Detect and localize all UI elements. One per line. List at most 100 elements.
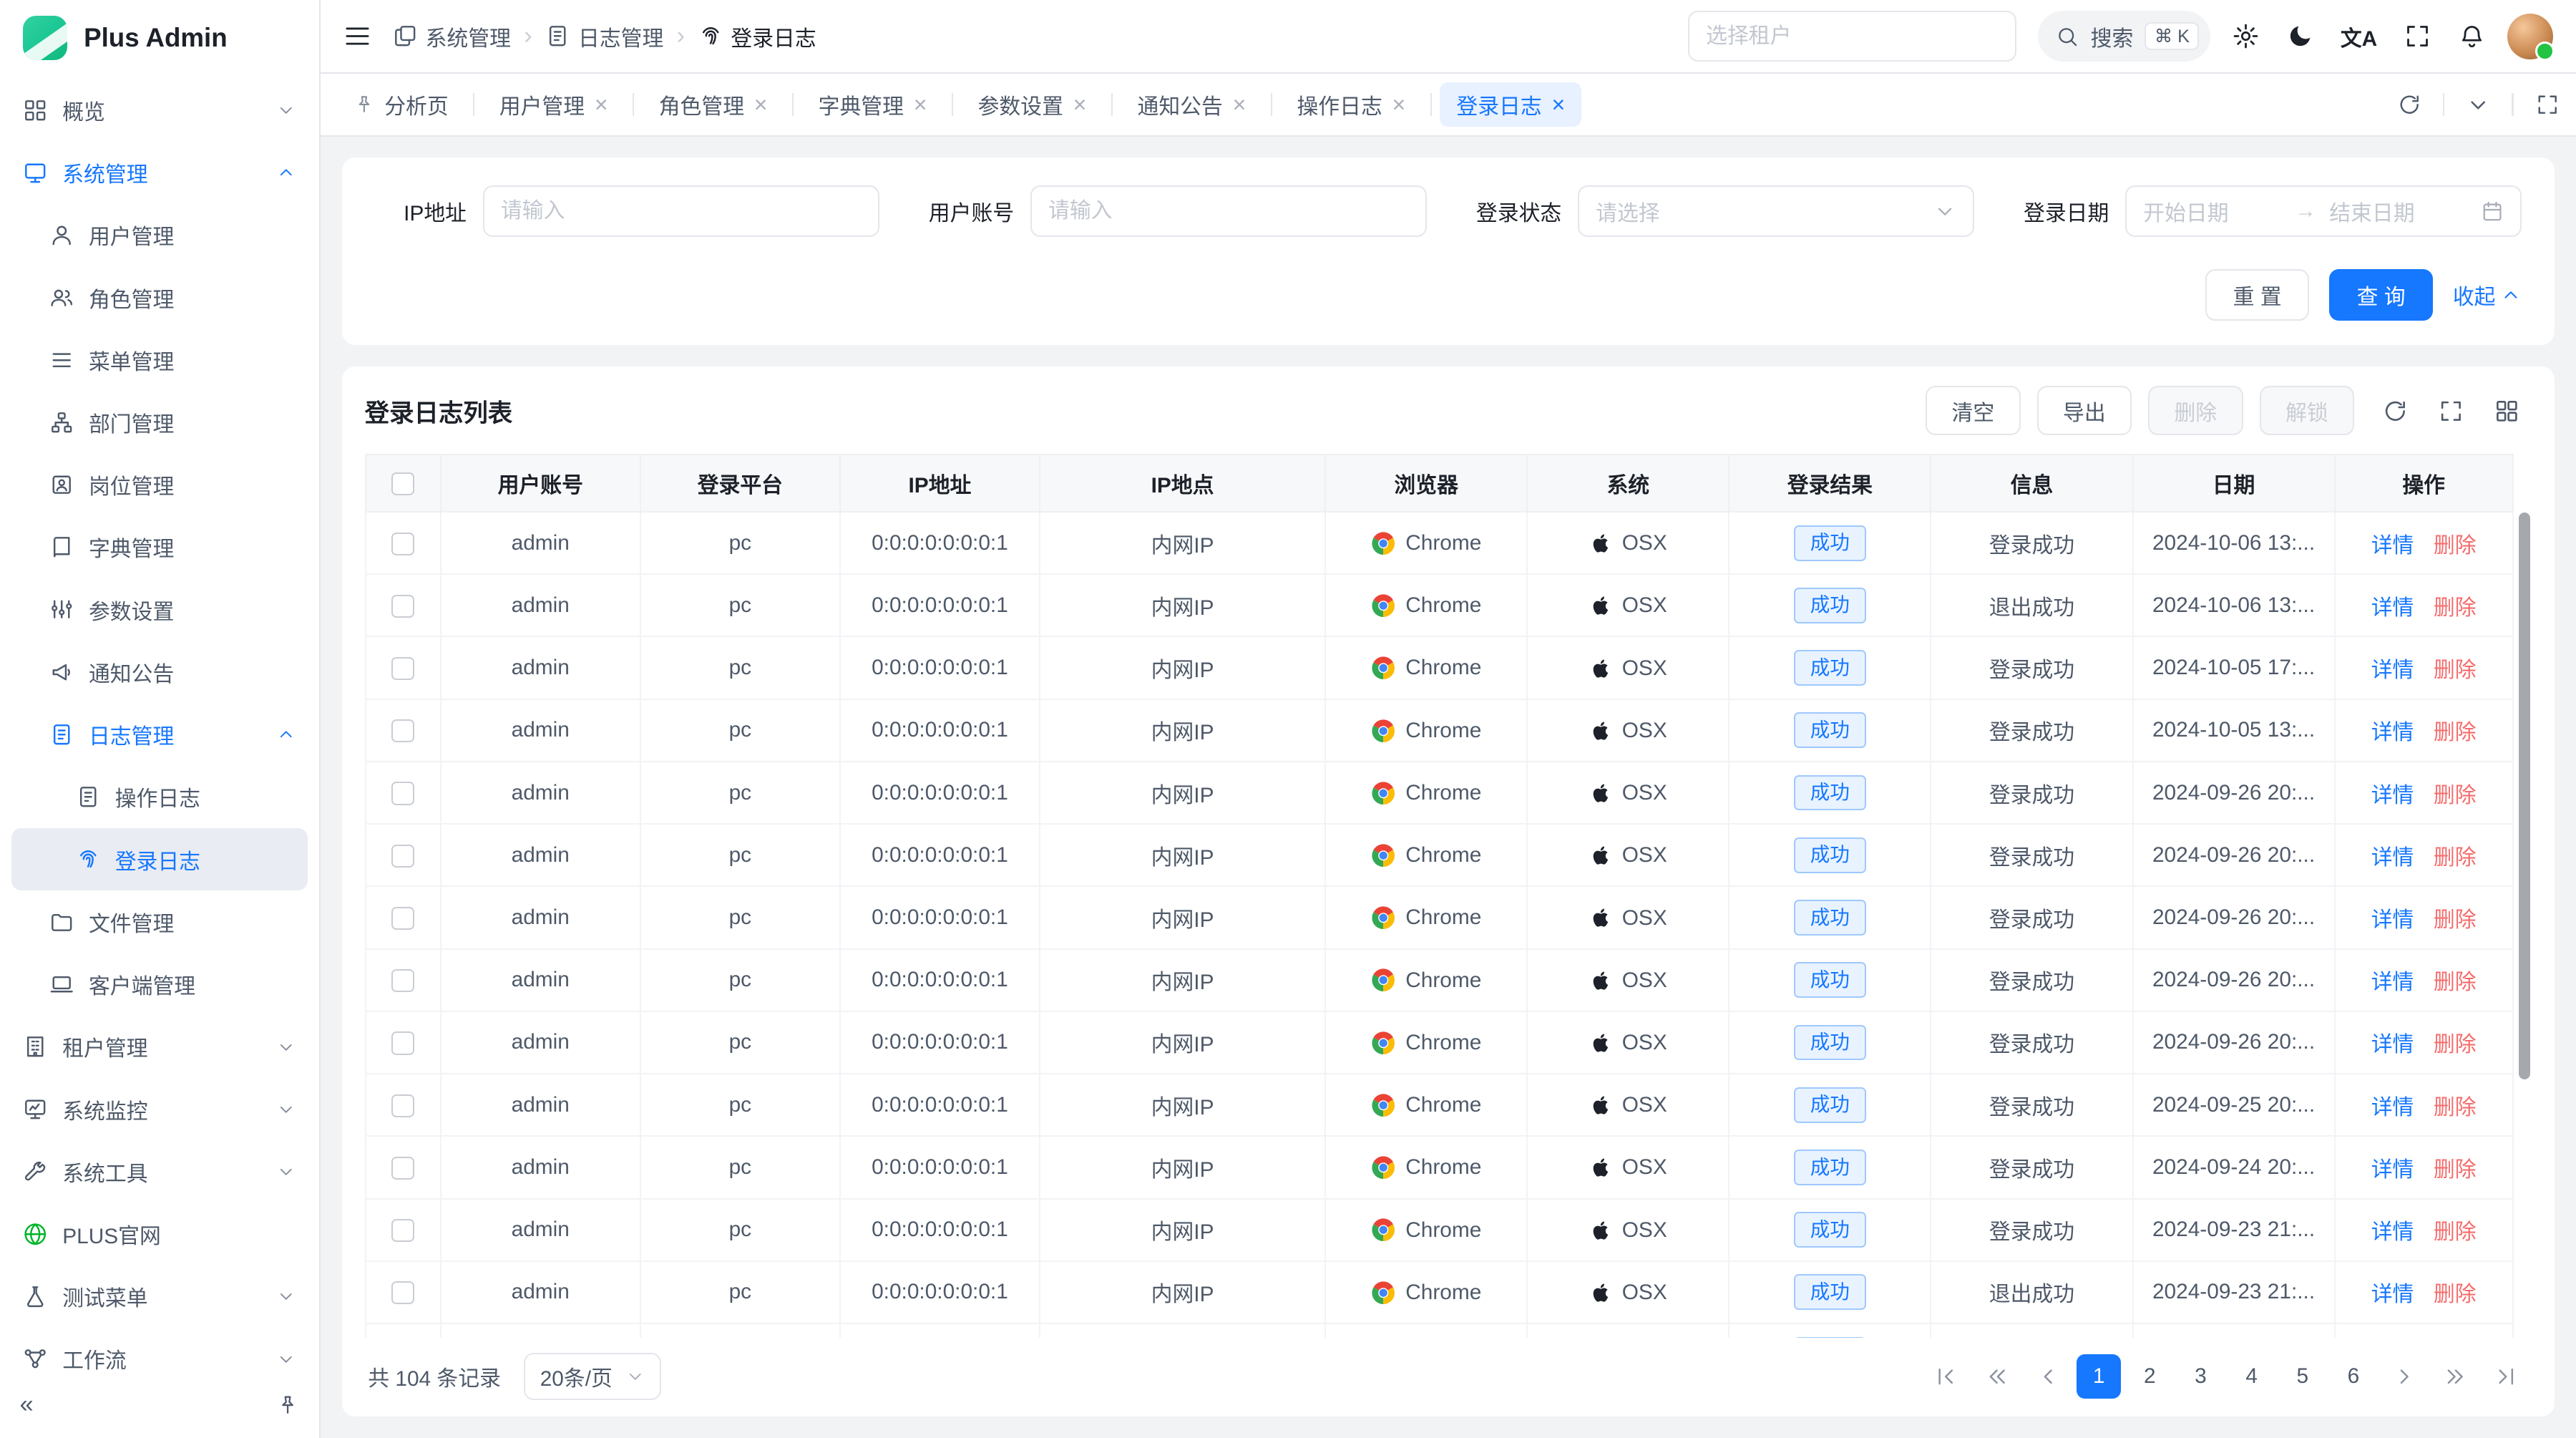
detail-link[interactable]: 详情 — [2371, 1283, 2414, 1306]
sidebar-item-file[interactable]: 文件管理 — [0, 890, 319, 953]
export-button[interactable]: 导出 — [2037, 386, 2132, 435]
delete-link[interactable]: 删除 — [2434, 1096, 2477, 1119]
detail-link[interactable]: 详情 — [2371, 659, 2414, 682]
close-icon[interactable]: × — [1073, 93, 1087, 116]
delete-link[interactable]: 删除 — [2434, 1033, 2477, 1056]
first-page-button[interactable] — [1924, 1354, 1968, 1399]
refresh-tabs-icon[interactable] — [2397, 92, 2421, 117]
delete-link[interactable]: 删除 — [2434, 596, 2477, 620]
sidebar-item-tool[interactable]: 系统工具 — [0, 1140, 319, 1203]
account-input[interactable] — [1048, 199, 1409, 223]
ip-input[interactable] — [501, 199, 862, 223]
delete-link[interactable]: 删除 — [2434, 534, 2477, 558]
breadcrumb-item[interactable]: 登录日志 — [698, 21, 816, 52]
query-button[interactable]: 查 询 — [2329, 269, 2433, 320]
sidebar-item-loginlog[interactable]: 登录日志 — [11, 828, 308, 890]
detail-link[interactable]: 详情 — [2371, 1096, 2414, 1119]
detail-link[interactable]: 详情 — [2371, 1220, 2414, 1244]
sidebar-item-monitor[interactable]: 系统监控 — [0, 1078, 319, 1140]
breadcrumb-item[interactable]: 日志管理 — [545, 21, 663, 52]
pin-icon[interactable] — [276, 1394, 299, 1417]
page-2-button[interactable]: 2 — [2127, 1354, 2172, 1399]
translate-icon[interactable]: 文A — [2341, 21, 2377, 52]
sidebar-item-role[interactable]: 角色管理 — [0, 266, 319, 329]
table-scrollbar[interactable] — [2519, 512, 2530, 1338]
close-icon[interactable]: × — [914, 93, 927, 116]
tab-config[interactable]: 参数设置× — [962, 82, 1103, 127]
delete-link[interactable]: 删除 — [2434, 1220, 2477, 1244]
row-checkbox[interactable] — [391, 845, 414, 868]
sidebar-item-config[interactable]: 参数设置 — [0, 578, 319, 641]
sidebar-item-workflow[interactable]: 工作流 — [0, 1328, 319, 1372]
row-checkbox[interactable] — [391, 1031, 414, 1054]
row-checkbox[interactable] — [391, 595, 414, 618]
delete-link[interactable]: 删除 — [2434, 846, 2477, 870]
tab-user[interactable]: 用户管理× — [483, 82, 625, 127]
sidebar-item-notice[interactable]: 通知公告 — [0, 641, 319, 703]
sidebar-item-site[interactable]: PLUS官网 — [0, 1203, 319, 1265]
tab-notice[interactable]: 通知公告× — [1121, 82, 1263, 127]
close-icon[interactable]: × — [1233, 93, 1246, 116]
row-checkbox[interactable] — [391, 969, 414, 992]
delete-link[interactable]: 删除 — [2434, 1158, 2477, 1182]
sidebar-item-menu[interactable]: 菜单管理 — [0, 329, 319, 391]
clear-button[interactable]: 清空 — [1926, 386, 2021, 435]
sidebar-item-client[interactable]: 客户端管理 — [0, 953, 319, 1015]
delete-link[interactable]: 删除 — [2434, 971, 2477, 994]
tab-role[interactable]: 角色管理× — [643, 82, 784, 127]
avatar[interactable] — [2507, 14, 2553, 59]
detail-link[interactable]: 详情 — [2371, 908, 2414, 932]
last-page-button[interactable] — [2484, 1354, 2528, 1399]
page-6-button[interactable]: 6 — [2331, 1354, 2376, 1399]
tab-analysis[interactable]: 分析页 — [337, 82, 465, 127]
next-page-button[interactable] — [2382, 1354, 2426, 1399]
sidebar-item-system[interactable]: 系统管理 — [0, 141, 319, 203]
row-checkbox[interactable] — [391, 1094, 414, 1117]
next-5-pages-button[interactable] — [2433, 1354, 2477, 1399]
page-4-button[interactable]: 4 — [2230, 1354, 2274, 1399]
column-settings-button[interactable] — [2482, 386, 2532, 435]
row-checkbox[interactable] — [391, 1219, 414, 1242]
collapse-sidebar-button[interactable]: « — [20, 1391, 34, 1419]
breadcrumb-item[interactable]: 系统管理 — [393, 21, 511, 52]
delete-link[interactable]: 删除 — [2434, 784, 2477, 807]
close-icon[interactable]: × — [595, 93, 608, 116]
sidebar-item-post[interactable]: 岗位管理 — [0, 454, 319, 516]
sidebar-item-overview[interactable]: 概览 — [0, 79, 319, 141]
sidebar-item-tenant[interactable]: 租户管理 — [0, 1016, 319, 1078]
detail-link[interactable]: 详情 — [2371, 784, 2414, 807]
detail-link[interactable]: 详情 — [2371, 971, 2414, 994]
row-checkbox[interactable] — [391, 719, 414, 742]
expand-content-icon[interactable] — [2535, 92, 2560, 117]
detail-link[interactable]: 详情 — [2371, 846, 2414, 870]
close-icon[interactable]: × — [754, 93, 768, 116]
delete-link[interactable]: 删除 — [2434, 721, 2477, 744]
refresh-table-button[interactable] — [2371, 386, 2420, 435]
scrollbar-thumb[interactable] — [2519, 512, 2530, 1079]
page-size-select[interactable]: 20条/页 — [524, 1353, 661, 1401]
expand-table-button[interactable] — [2426, 386, 2476, 435]
tenant-select-input[interactable] — [1688, 11, 2016, 62]
sidebar-item-dept[interactable]: 部门管理 — [0, 391, 319, 453]
search-button[interactable]: 搜索 ⌘ K — [2038, 11, 2210, 62]
login-date-range[interactable]: 开始日期 → 结束日期 — [2125, 185, 2522, 236]
delete-link[interactable]: 删除 — [2434, 1283, 2477, 1306]
row-checkbox[interactable] — [391, 782, 414, 805]
select-all-checkbox[interactable] — [391, 472, 414, 495]
detail-link[interactable]: 详情 — [2371, 596, 2414, 620]
row-checkbox[interactable] — [391, 1157, 414, 1180]
dark-mode-icon[interactable] — [2286, 22, 2314, 50]
tab-loginlog[interactable]: 登录日志× — [1440, 82, 1581, 127]
page-1-button[interactable]: 1 — [2077, 1354, 2121, 1399]
notifications-icon[interactable] — [2458, 22, 2486, 50]
detail-link[interactable]: 详情 — [2371, 1033, 2414, 1056]
prev-5-pages-button[interactable] — [1975, 1354, 2019, 1399]
detail-link[interactable]: 详情 — [2371, 534, 2414, 558]
prev-page-button[interactable] — [2026, 1354, 2070, 1399]
tab-dict[interactable]: 字典管理× — [802, 82, 944, 127]
row-checkbox[interactable] — [391, 1281, 414, 1304]
row-checkbox[interactable] — [391, 533, 414, 555]
close-icon[interactable]: × — [1392, 93, 1406, 116]
close-icon[interactable]: × — [1551, 93, 1565, 116]
page-5-button[interactable]: 5 — [2280, 1354, 2325, 1399]
